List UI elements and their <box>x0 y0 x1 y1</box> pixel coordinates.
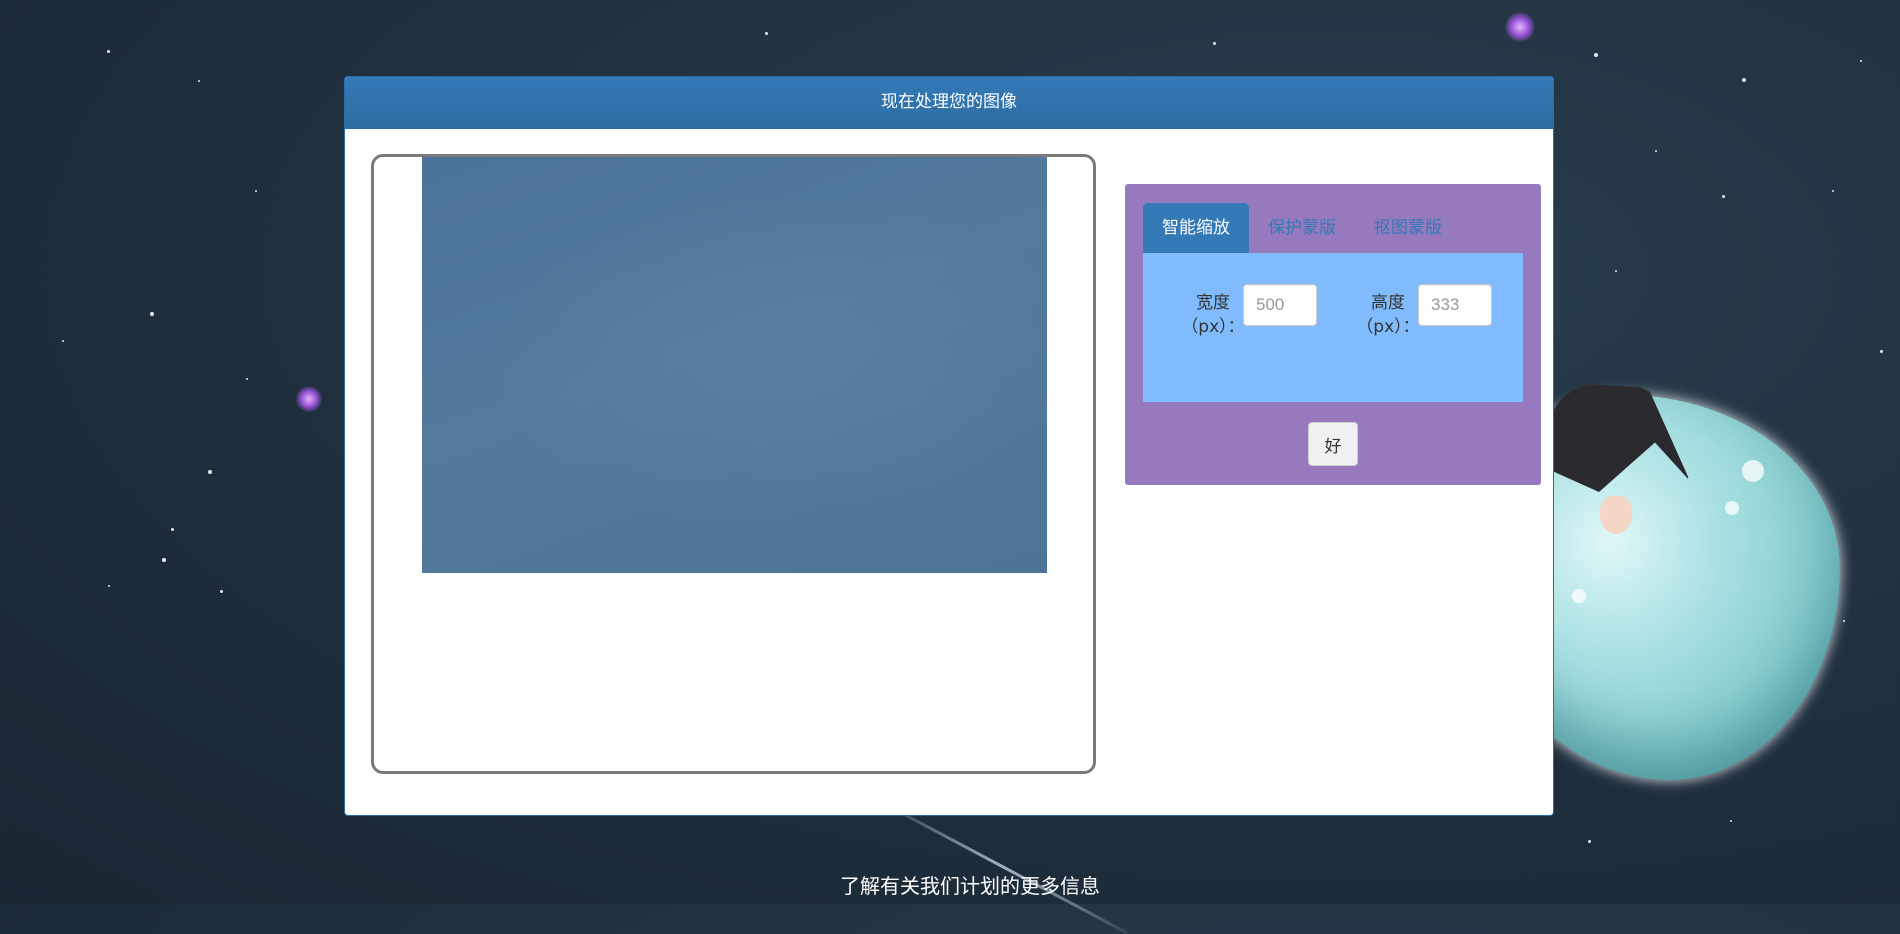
panel-title: 现在处理您的图像 <box>345 77 1553 129</box>
ok-button[interactable]: 好 <box>1308 422 1358 466</box>
star <box>1588 840 1591 843</box>
settings-panel: 智能缩放 保护蒙版 抠图蒙版 宽度（px）： 高度（px）： 好 <box>1125 184 1541 485</box>
star <box>1594 53 1598 57</box>
star <box>1880 350 1883 353</box>
star <box>1722 195 1725 198</box>
nebula-decoration <box>296 386 322 412</box>
star <box>1730 820 1732 822</box>
star <box>1832 190 1834 192</box>
star <box>765 32 768 35</box>
star <box>171 528 174 531</box>
star <box>162 558 166 562</box>
star <box>220 590 223 593</box>
star <box>1615 270 1617 272</box>
tab-smart-resize[interactable]: 智能缩放 <box>1143 203 1249 253</box>
star <box>62 340 64 342</box>
star <box>150 312 154 316</box>
learn-more-link[interactable]: 了解有关我们计划的更多信息 <box>0 870 1900 899</box>
slime-highlight <box>1725 501 1739 515</box>
image-preview-frame <box>371 154 1096 774</box>
nebula-decoration <box>1505 12 1535 42</box>
star <box>1742 78 1746 82</box>
smart-resize-tab-content: 宽度（px）： 高度（px）： <box>1143 253 1523 402</box>
tab-cutout-mask[interactable]: 抠图蒙版 <box>1355 203 1461 253</box>
preview-image <box>422 157 1047 573</box>
tab-protect-mask[interactable]: 保护蒙版 <box>1249 203 1355 253</box>
star <box>255 190 257 192</box>
star <box>246 378 248 380</box>
star <box>1655 150 1657 152</box>
star <box>208 470 212 474</box>
character-hand-decoration <box>1600 496 1632 534</box>
slime-highlight <box>1572 589 1586 603</box>
star <box>1860 60 1862 62</box>
shooting-star-streak <box>879 800 1128 934</box>
star <box>198 80 200 82</box>
height-input[interactable] <box>1418 284 1492 326</box>
star <box>108 585 110 587</box>
image-processing-panel: 现在处理您的图像 智能缩放 保护蒙版 抠图蒙版 宽度（px）： 高度（px）： … <box>344 76 1554 816</box>
star <box>1843 620 1845 622</box>
star <box>1213 42 1216 45</box>
width-label: 宽度（px）： <box>1181 293 1245 337</box>
slime-highlight <box>1742 460 1764 482</box>
height-label: 高度（px）： <box>1356 293 1420 337</box>
width-input[interactable] <box>1243 284 1317 326</box>
settings-tabs: 智能缩放 保护蒙版 抠图蒙版 <box>1143 203 1461 253</box>
star <box>107 50 110 53</box>
